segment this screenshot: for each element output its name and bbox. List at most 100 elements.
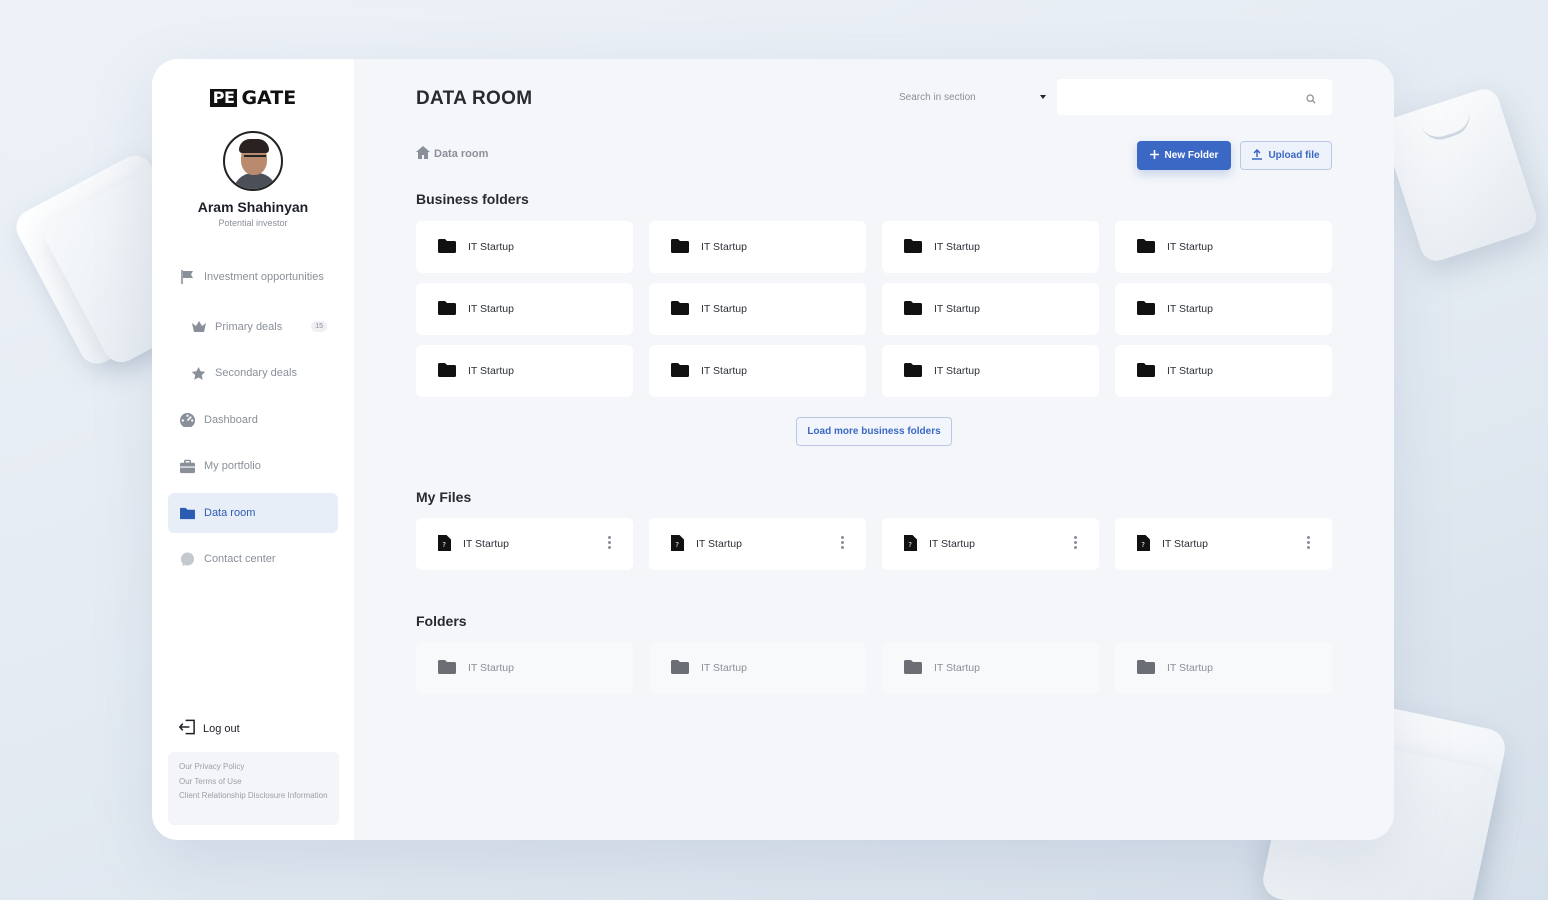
file-name: IT Startup — [929, 538, 975, 550]
svg-text:?: ? — [1141, 541, 1145, 549]
file-card[interactable]: ? IT Startup — [882, 518, 1099, 570]
more-options-icon[interactable] — [841, 536, 844, 549]
sidebar-item-label: My portfolio — [204, 460, 261, 472]
folder-card[interactable]: IT Startup — [882, 642, 1099, 694]
folder-icon — [1137, 362, 1155, 380]
sidebar-item-primary-deals[interactable]: Primary deals 15 — [168, 307, 338, 347]
sidebar-item-my-portfolio[interactable]: My portfolio — [168, 446, 338, 486]
new-folder-button[interactable]: New Folder — [1137, 141, 1231, 170]
sidebar-item-label: Investment opportunities — [204, 270, 324, 283]
folder-icon — [1137, 659, 1155, 677]
sidebar-item-dashboard[interactable]: Dashboard — [168, 400, 338, 440]
sidebar-item-label: Primary deals — [215, 320, 283, 333]
folder-icon — [438, 659, 456, 677]
flag-icon — [179, 269, 196, 286]
sidebar-item-investment-opportunities[interactable]: Investment opportunities — [168, 254, 338, 300]
svg-text:?: ? — [442, 541, 446, 549]
load-more-business-folders-button[interactable]: Load more business folders — [796, 417, 952, 446]
folder-card[interactable]: IT Startup — [416, 642, 633, 694]
business-folders-grid: IT Startup IT Startup IT Startup IT Star… — [416, 221, 1332, 397]
breadcrumb-label: Data room — [434, 148, 489, 160]
folder-name: IT Startup — [701, 241, 747, 253]
file-icon: ? — [671, 534, 684, 554]
main-content: DATA ROOM Search in section Data room Ne… — [354, 59, 1394, 840]
more-options-icon[interactable] — [1074, 536, 1077, 549]
folder-icon — [671, 300, 689, 318]
folder-name: IT Startup — [701, 365, 747, 377]
file-card[interactable]: ? IT Startup — [416, 518, 633, 570]
business-folder-card[interactable]: IT Startup — [882, 221, 1099, 273]
folder-icon — [671, 238, 689, 256]
logout-label: Log out — [203, 722, 240, 735]
chat-bubble-icon — [179, 551, 196, 568]
folder-open-icon — [179, 504, 196, 521]
folders-grid: IT Startup IT Startup IT Startup IT Star… — [416, 642, 1332, 694]
sidebar: PE GATE Aram Shahinyan Potential investo… — [152, 59, 354, 840]
business-folder-card[interactable]: IT Startup — [416, 345, 633, 397]
more-options-icon[interactable] — [608, 536, 611, 549]
folder-icon — [904, 362, 922, 380]
business-folder-card[interactable]: IT Startup — [416, 221, 633, 273]
file-icon: ? — [438, 534, 451, 554]
sidebar-item-label: Dashboard — [204, 413, 258, 426]
sidebar-nav: Investment opportunities Primary deals 1… — [152, 254, 354, 579]
search-scope-value: Search in section — [899, 91, 976, 103]
avatar[interactable] — [223, 131, 283, 191]
breadcrumb[interactable]: Data room — [416, 146, 488, 162]
business-folder-card[interactable]: IT Startup — [882, 283, 1099, 335]
file-name: IT Startup — [696, 538, 742, 550]
disclosure-link[interactable]: Client Relationship Disclosure Informati… — [179, 791, 328, 802]
logout-button[interactable]: Log out — [178, 719, 240, 738]
star-icon — [190, 365, 207, 382]
file-card[interactable]: ? IT Startup — [649, 518, 866, 570]
sidebar-item-data-room[interactable]: Data room — [168, 492, 338, 533]
upload-file-button[interactable]: Upload file — [1240, 141, 1332, 170]
logo-mark: PE — [209, 89, 238, 107]
sidebar-item-label: Secondary deals — [215, 367, 297, 379]
terms-of-use-link[interactable]: Our Terms of Use — [179, 777, 328, 788]
business-folder-card[interactable]: IT Startup — [649, 283, 866, 335]
file-name: IT Startup — [463, 538, 509, 550]
folder-name: IT Startup — [934, 662, 980, 674]
sidebar-item-secondary-deals[interactable]: Secondary deals — [168, 353, 338, 393]
folder-card[interactable]: IT Startup — [1115, 642, 1332, 694]
folder-name: IT Startup — [701, 303, 747, 315]
business-folder-card[interactable]: IT Startup — [1115, 221, 1332, 273]
business-folder-card[interactable]: IT Startup — [649, 345, 866, 397]
logout-icon — [178, 719, 196, 738]
home-icon — [416, 146, 430, 162]
logo[interactable]: PE GATE — [152, 87, 354, 109]
folder-icon — [1137, 238, 1155, 256]
sidebar-item-contact-center[interactable]: Contact center — [168, 539, 338, 579]
svg-text:?: ? — [675, 541, 679, 549]
user-name: Aram Shahinyan — [197, 199, 309, 215]
search-scope-select[interactable]: Search in section — [884, 79, 1056, 115]
folder-name: IT Startup — [468, 365, 514, 377]
privacy-policy-link[interactable]: Our Privacy Policy — [179, 762, 328, 773]
briefcase-icon — [179, 458, 196, 475]
new-folder-label: New Folder — [1164, 150, 1219, 161]
file-card[interactable]: ? IT Startup — [1115, 518, 1332, 570]
crown-icon — [190, 318, 207, 335]
file-icon: ? — [1137, 534, 1150, 554]
business-folder-card[interactable]: IT Startup — [649, 221, 866, 273]
business-folder-card[interactable]: IT Startup — [416, 283, 633, 335]
sidebar-item-label: Contact center — [204, 553, 276, 565]
business-folder-card[interactable]: IT Startup — [882, 345, 1099, 397]
search-input[interactable] — [1057, 79, 1332, 115]
business-folder-card[interactable]: IT Startup — [1115, 283, 1332, 335]
search-icon[interactable] — [1306, 91, 1316, 109]
more-options-icon[interactable] — [1307, 536, 1310, 549]
folder-name: IT Startup — [1167, 662, 1213, 674]
my-files-grid: ? IT Startup ? IT Startup ? IT Startup ?… — [416, 518, 1332, 570]
my-files-title: My Files — [416, 489, 472, 505]
folder-name: IT Startup — [934, 365, 980, 377]
folder-card[interactable]: IT Startup — [649, 642, 866, 694]
folder-icon — [671, 659, 689, 677]
folder-icon — [438, 238, 456, 256]
footer-links: Our Privacy Policy Our Terms of Use Clie… — [168, 752, 339, 825]
business-folder-card[interactable]: IT Startup — [1115, 345, 1332, 397]
folder-icon — [438, 362, 456, 380]
file-icon: ? — [904, 534, 917, 554]
caret-down-icon — [1040, 95, 1046, 99]
